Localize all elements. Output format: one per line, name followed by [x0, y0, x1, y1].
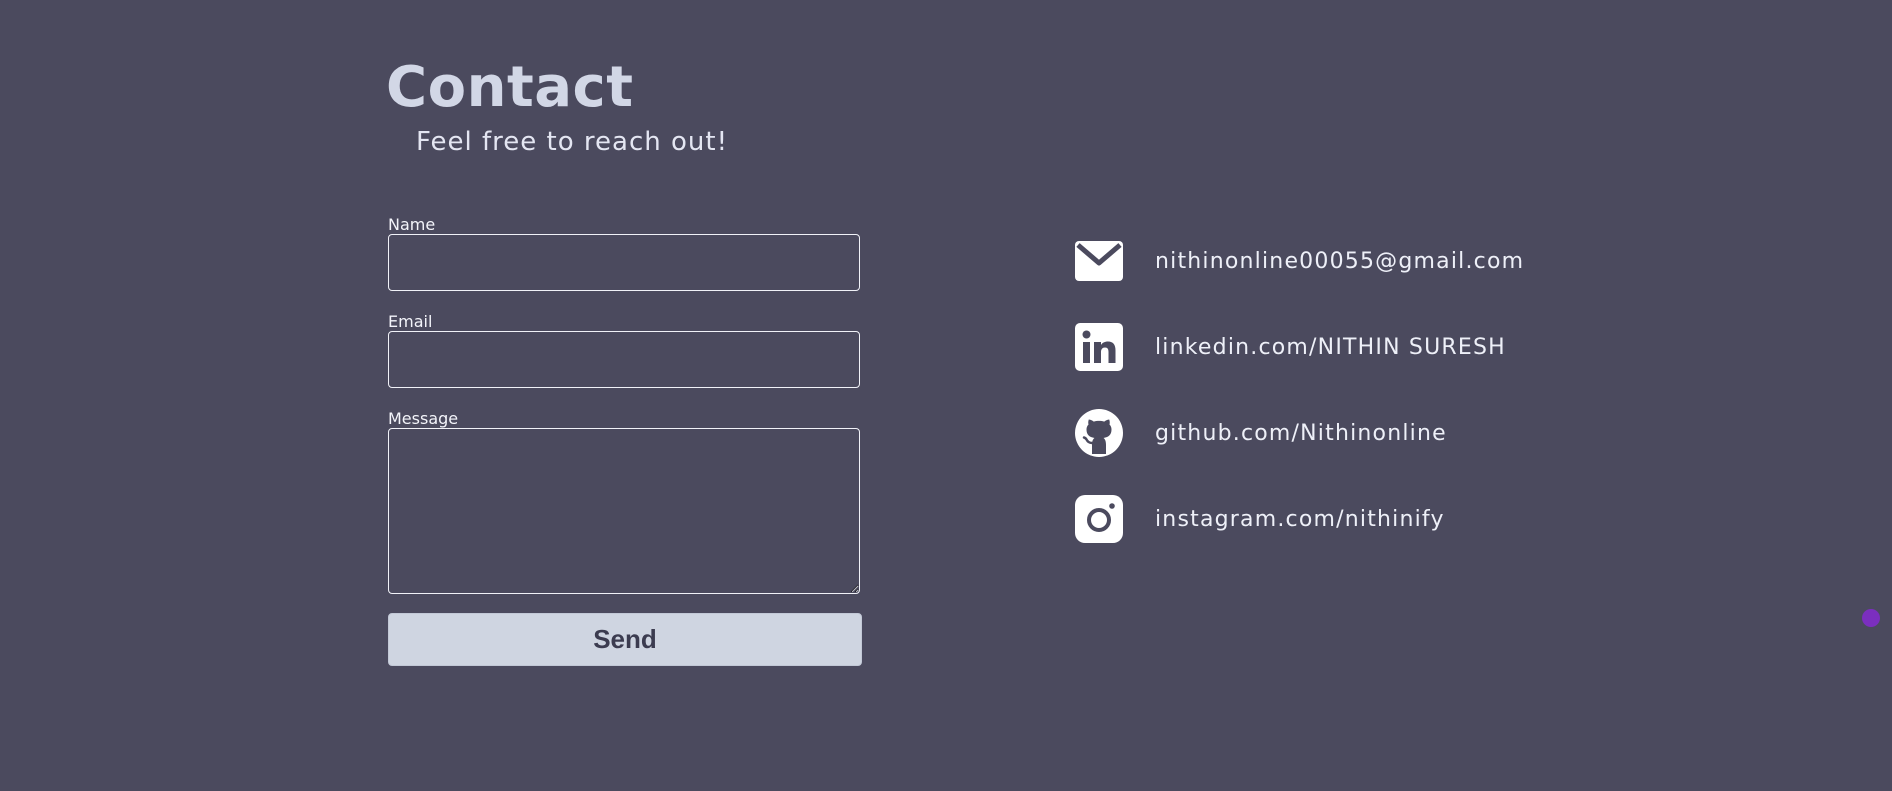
- linkedin-icon: [1075, 323, 1123, 371]
- contact-form: Name Email Message Send: [388, 216, 862, 666]
- email-input[interactable]: [388, 331, 860, 388]
- name-label: Name: [388, 215, 436, 234]
- contact-link-linkedin[interactable]: linkedin.com/NITHIN SURESH: [1075, 322, 1635, 372]
- message-label: Message: [388, 409, 459, 428]
- github-icon: [1075, 409, 1123, 457]
- cursor-dot: [1862, 609, 1880, 627]
- email-label: Email: [388, 312, 433, 331]
- contact-instagram-text: instagram.com/nithinify: [1155, 506, 1445, 532]
- name-input[interactable]: [388, 234, 860, 291]
- contact-links: nithinonline00055@gmail.com linkedin.com…: [1075, 236, 1635, 580]
- contact-page: Contact Feel free to reach out! Name Ema…: [0, 0, 1892, 791]
- page-title: Contact: [386, 55, 634, 120]
- mail-icon: [1075, 237, 1123, 285]
- page-subtitle: Feel free to reach out!: [416, 127, 728, 157]
- contact-link-email[interactable]: nithinonline00055@gmail.com: [1075, 236, 1635, 286]
- message-textarea[interactable]: [388, 428, 860, 594]
- contact-email-text: nithinonline00055@gmail.com: [1155, 248, 1525, 274]
- contact-linkedin-text: linkedin.com/NITHIN SURESH: [1155, 334, 1506, 360]
- send-button[interactable]: Send: [388, 613, 862, 666]
- contact-link-github[interactable]: github.com/Nithinonline: [1075, 408, 1635, 458]
- contact-github-text: github.com/Nithinonline: [1155, 420, 1447, 446]
- contact-link-instagram[interactable]: instagram.com/nithinify: [1075, 494, 1635, 544]
- instagram-icon: [1075, 495, 1123, 543]
